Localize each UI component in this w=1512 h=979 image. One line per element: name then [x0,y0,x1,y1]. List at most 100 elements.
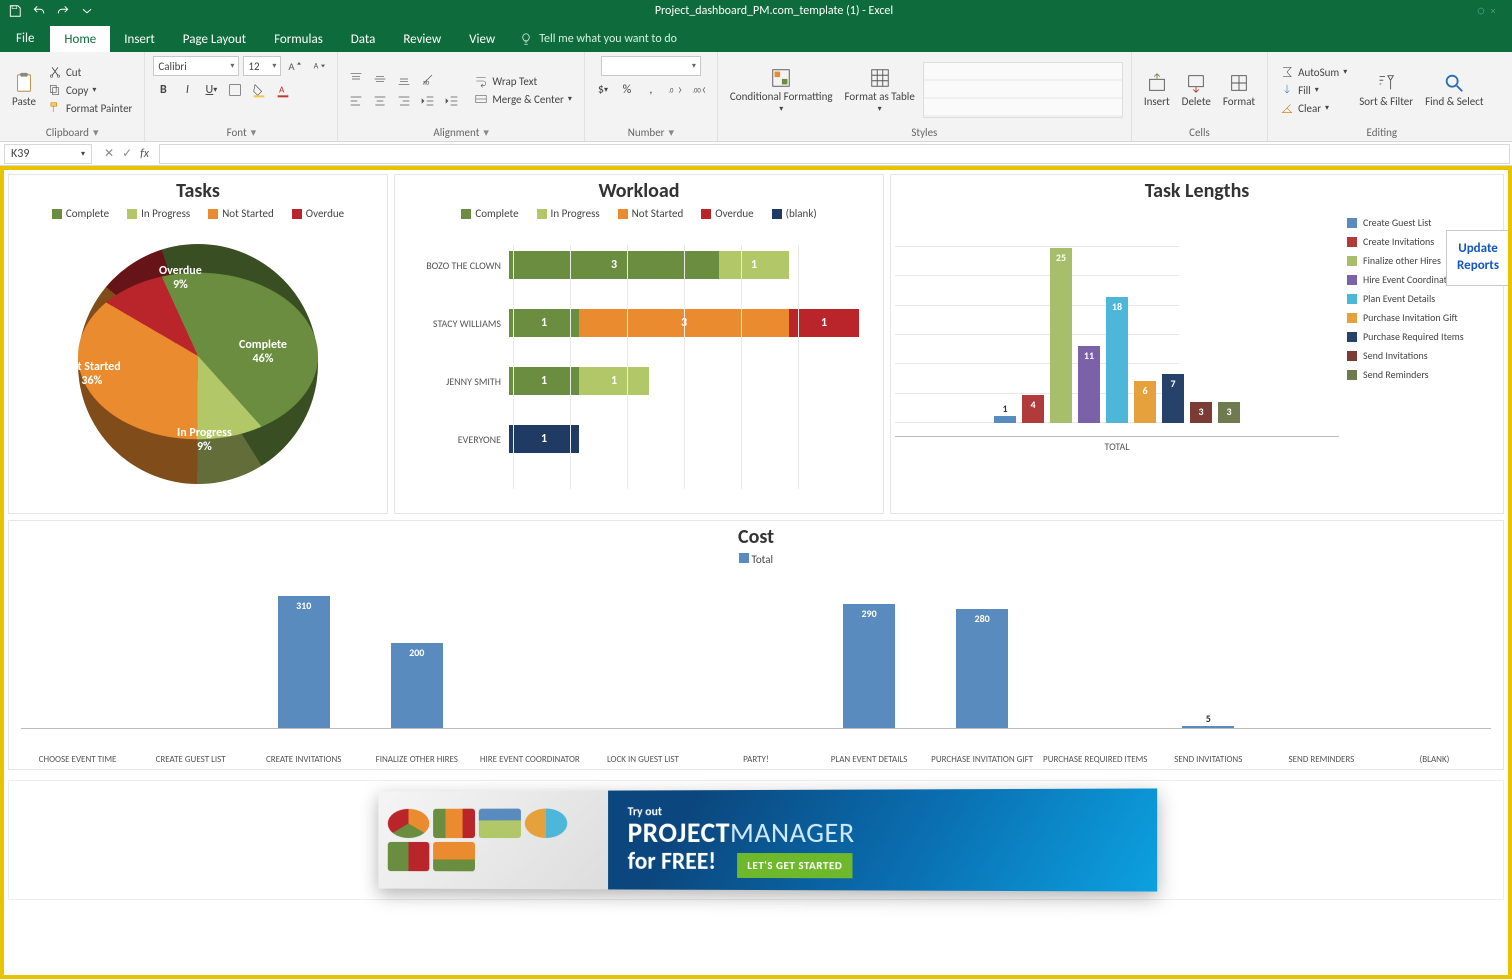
group-number: ▾ $▾ % , .0 .00 Number▾ [585,52,718,141]
worksheet-area: Tasks CompleteIn ProgressNot StartedOver… [0,166,1512,979]
chart-task-lengths[interactable]: Task Lengths 142511186733 TOTAL Create G… [890,174,1504,514]
merge-center-button[interactable]: Merge & Center▾ [470,91,576,107]
svg-text:A: A [289,60,296,73]
align-right[interactable] [394,91,414,111]
chart-xlabel: TOTAL [895,440,1339,453]
grow-font[interactable]: A [285,56,305,76]
italic-button[interactable]: I [177,80,197,100]
align-bottom[interactable] [394,69,414,89]
cell-styles-gallery[interactable] [923,62,1123,118]
group-alignment: ab Wrap Text Merge & Center▾ Alignment▾ [338,52,585,141]
redo-button[interactable] [54,2,72,20]
fill-button[interactable]: Fill▾ [1276,82,1351,98]
banner-thumbnail [378,791,608,890]
font-size-select[interactable]: 12▾ [243,56,281,76]
align-top[interactable] [346,69,366,89]
tab-data[interactable]: Data [337,26,390,52]
align-middle[interactable] [370,69,390,89]
chart-tasks[interactable]: Tasks CompleteIn ProgressNot StartedOver… [8,174,388,514]
tab-file[interactable]: File [0,25,50,52]
formula-input[interactable] [159,144,1510,164]
group-cells: Insert Delete Format Cells [1132,52,1268,141]
font-face-select[interactable]: Calibri▾ [153,56,239,76]
borders-button[interactable] [225,80,245,100]
delete-cells-button[interactable]: Delete [1178,70,1215,110]
orientation[interactable]: ab [418,69,438,89]
cancel-icon[interactable]: ✕ [104,146,114,161]
qat-customize[interactable] [78,2,96,20]
chart-title: Tasks [9,175,387,203]
save-button[interactable] [6,2,24,20]
align-center[interactable] [370,91,390,111]
ribbon-tabs: File Home Insert Page Layout Formulas Da… [0,22,1512,52]
paste-button[interactable]: Paste [8,70,40,110]
tab-view[interactable]: View [455,26,509,52]
copy-button[interactable]: Copy ▾ [44,82,136,98]
decrease-indent[interactable] [418,91,438,111]
format-painter-button[interactable]: Format Painter [44,100,136,116]
sort-filter-button[interactable]: Sort & Filter [1355,70,1417,110]
enter-icon[interactable]: ✓ [122,146,132,161]
format-cells-button[interactable]: Format [1219,70,1259,110]
underline-button[interactable]: U▾ [201,80,221,100]
clear-button[interactable]: Clear▾ [1276,100,1351,116]
undo-button[interactable] [30,2,48,20]
tab-insert[interactable]: Insert [110,26,169,52]
svg-text:ab: ab [423,78,430,86]
banner-text: Try out PROJECTMANAGER for FREE! LET'S G… [608,804,855,876]
banner-cta-button[interactable]: LET'S GET STARTED [737,852,852,877]
bold-button[interactable]: B [153,80,173,100]
chart-legend: CompleteIn ProgressNot StartedOverdue [9,203,387,226]
chart-cost[interactable]: Cost Total 3102002902805 CHOOSE EVENT TI… [8,520,1504,770]
increase-indent[interactable] [442,91,462,111]
svg-text:A: A [279,84,285,96]
ribbon: Paste Cut Copy ▾ Format Painter Clipboar… [0,52,1512,142]
name-box[interactable]: K39▾ [4,144,92,164]
conditional-formatting-button[interactable]: Conditional Formatting▾ [726,65,837,116]
paste-label: Paste [12,96,36,108]
group-editing: AutoSum▾ Fill▾ Clear▾ Sort & Filter Find… [1268,52,1496,141]
tell-me-text: Tell me what you want to do [539,32,677,46]
svg-text:A: A [314,62,319,72]
quick-access-toolbar [0,2,96,20]
group-styles: Conditional Formatting▾ Format as Table▾… [718,52,1132,141]
update-reports-button[interactable]: UpdateReports [1446,230,1510,286]
accounting-format[interactable]: $▾ [593,80,613,100]
number-format-select[interactable]: ▾ [601,56,701,76]
tab-page-layout[interactable]: Page Layout [169,26,260,52]
chart-title: Task Lengths [891,175,1503,203]
decrease-decimal[interactable]: .00 [689,80,709,100]
insert-cells-button[interactable]: Insert [1140,70,1174,110]
percent-format[interactable]: % [617,80,637,100]
window-controls [1452,4,1512,18]
tab-review[interactable]: Review [389,26,455,52]
fx-button[interactable]: fx [140,147,149,161]
autosum-button[interactable]: AutoSum▾ [1276,64,1351,80]
svg-text:.00: .00 [692,87,701,95]
chart-workload[interactable]: Workload CompleteIn ProgressNot StartedO… [394,174,884,514]
svg-text:.0: .0 [668,87,674,95]
chart-legend: Total [9,549,1503,570]
title-bar: Project_dashboard_PM.com_template (1) - … [0,0,1512,22]
fill-color-button[interactable] [249,80,269,100]
shrink-font[interactable]: A [309,56,329,76]
chart-title: Workload [395,175,883,203]
chart-title: Cost [9,525,1503,549]
tab-formulas[interactable]: Formulas [260,26,337,52]
format-as-table-button[interactable]: Format as Table▾ [841,65,919,116]
increase-decimal[interactable]: .0 [665,80,685,100]
promo-banner[interactable]: Try out PROJECTMANAGER for FREE! LET'S G… [8,780,1504,900]
find-select-button[interactable]: Find & Select [1421,70,1487,110]
cut-button[interactable]: Cut [44,64,136,80]
chart-legend: CompleteIn ProgressNot StartedOverdue(bl… [395,203,883,226]
tab-home[interactable]: Home [50,26,110,52]
comma-format[interactable]: , [641,80,661,100]
font-color-button[interactable]: A [273,80,293,100]
wrap-text-button[interactable]: Wrap Text [470,73,576,89]
group-font: Calibri▾ 12▾ A A B I U▾ A Font▾ [145,52,338,141]
formula-bar: K39▾ ✕ ✓ fx [0,142,1512,166]
align-left[interactable] [346,91,366,111]
group-clipboard: Paste Cut Copy ▾ Format Painter Clipboar… [0,52,145,141]
window-title: Project_dashboard_PM.com_template (1) - … [96,4,1452,18]
tell-me[interactable]: Tell me what you want to do [509,26,687,52]
